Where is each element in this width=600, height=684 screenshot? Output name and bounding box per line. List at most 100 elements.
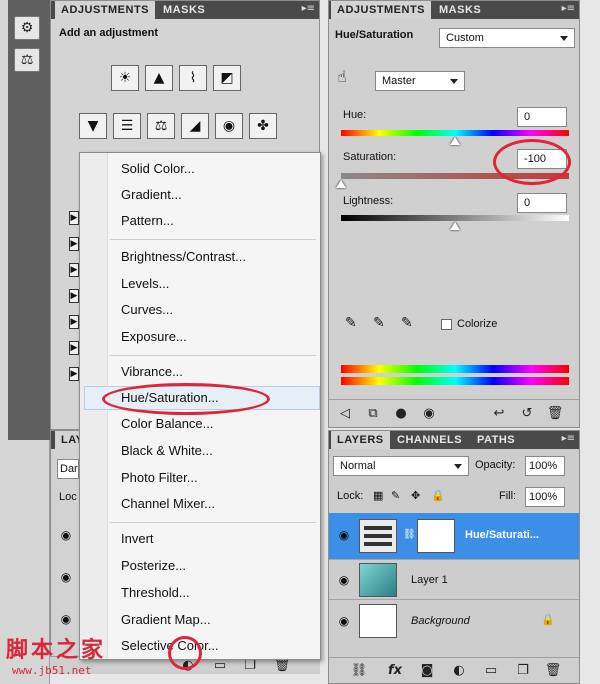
tab-layers[interactable]: LAYERS xyxy=(331,431,390,449)
menu-item-invert[interactable]: Invert xyxy=(121,528,154,550)
menu-item-vibrance[interactable]: Vibrance... xyxy=(121,361,183,383)
saturation-highlight-circle xyxy=(493,139,571,185)
menu-item-solid-color[interactable]: Solid Color... xyxy=(121,158,195,180)
menu-item-black-white[interactable]: Black & White... xyxy=(121,440,213,462)
lock-position-icon[interactable]: ✥ xyxy=(411,489,420,502)
tab-masks[interactable]: MASKS xyxy=(433,1,487,19)
eye-icon[interactable]: ◉ xyxy=(335,613,353,629)
tab-channels[interactable]: CHANNELS xyxy=(391,431,468,449)
channel-select[interactable]: Master xyxy=(375,71,465,91)
hue-slider-thumb[interactable] xyxy=(450,137,460,145)
hand-tool-icon[interactable]: ☝ xyxy=(337,67,347,86)
eyedropper-plus-icon[interactable]: ✎ xyxy=(373,315,385,331)
menu-item-gradient[interactable]: Gradient... xyxy=(121,184,182,206)
tab-masks[interactable]: MASKS xyxy=(157,1,211,19)
hue-input[interactable]: 0 xyxy=(517,107,567,127)
exposure-icon[interactable]: ◩ xyxy=(213,65,241,91)
preset-expand-icon[interactable]: ▶ xyxy=(69,263,79,277)
eye-icon[interactable]: ◉ xyxy=(57,569,75,585)
tools-panel: ⚙ ⚖ xyxy=(0,0,50,684)
eyedropper-icon[interactable]: ✎ xyxy=(345,315,357,331)
photo-filter-icon[interactable]: ◉ xyxy=(215,113,243,139)
new-adjustment-icon[interactable]: ◐ xyxy=(449,662,469,680)
saturation-slider-thumb[interactable] xyxy=(336,180,346,188)
add-adjustment-heading: Add an adjustment xyxy=(59,27,159,39)
layer-row-hue-saturation[interactable]: ◉ ⛓ Hue/Saturati... xyxy=(329,513,579,559)
menu-item-exposure[interactable]: Exposure... xyxy=(121,326,187,348)
new-group-icon[interactable]: ▭ xyxy=(481,662,501,680)
lightness-slider-track[interactable] xyxy=(341,215,569,221)
eye-icon[interactable]: ◉ xyxy=(335,572,353,588)
eye-icon[interactable]: ◉ xyxy=(335,527,353,543)
preset-expand-icon[interactable]: ▶ xyxy=(69,211,79,225)
panel-menu-icon[interactable]: ▸≡ xyxy=(562,433,575,444)
lock-label: Loc xyxy=(59,491,77,503)
hue-slider-track[interactable] xyxy=(341,130,569,136)
menu-item-brightness-contrast[interactable]: Brightness/Contrast... xyxy=(121,246,246,268)
eye-icon[interactable]: ◉ xyxy=(57,611,75,627)
brightness-icon[interactable]: ☀ xyxy=(111,65,139,91)
new-layer-icon[interactable]: ❐ xyxy=(513,662,533,680)
menu-separator xyxy=(110,239,316,240)
levels-icon[interactable]: ▲ xyxy=(145,65,173,91)
menu-item-photo-filter[interactable]: Photo Filter... xyxy=(121,467,198,489)
preset-expand-icon[interactable]: ▶ xyxy=(69,367,79,381)
clip-layer-icon[interactable]: ● xyxy=(391,405,411,423)
trash-icon[interactable]: 🗑 xyxy=(545,405,565,423)
link-layers-icon[interactable]: ⛓ xyxy=(349,662,369,680)
tab-adjustments[interactable]: ADJUSTMENTS xyxy=(331,1,432,19)
expand-view-icon[interactable]: ⧉ xyxy=(363,405,383,423)
black-white-icon[interactable]: ◢ xyxy=(181,113,209,139)
preset-expand-icon[interactable]: ▶ xyxy=(69,341,79,355)
fx-icon[interactable]: fx xyxy=(385,662,405,680)
color-balance-icon[interactable]: ⚖ xyxy=(147,113,175,139)
menu-item-pattern[interactable]: Pattern... xyxy=(121,210,174,232)
link-icon[interactable]: ⛓ xyxy=(403,529,416,540)
blend-mode-select[interactable]: Normal xyxy=(333,456,469,476)
mask-thumbnail[interactable] xyxy=(417,519,455,553)
eyedropper-minus-icon[interactable]: ✎ xyxy=(401,315,413,331)
colorize-checkbox[interactable] xyxy=(441,319,452,330)
menu-item-curves[interactable]: Curves... xyxy=(121,299,173,321)
add-mask-icon[interactable]: ◙ xyxy=(417,662,437,680)
visibility-icon[interactable]: ◉ xyxy=(419,405,439,423)
vibrance-icon[interactable]: ▼ xyxy=(79,113,107,139)
menu-separator xyxy=(110,355,316,356)
layer-row-background[interactable]: ◉ Background 🔒 xyxy=(329,599,579,641)
curves-icon[interactable]: ⌇ xyxy=(179,65,207,91)
lightness-input[interactable]: 0 xyxy=(517,193,567,213)
preset-select[interactable]: Custom xyxy=(439,28,575,48)
tab-adjustments[interactable]: ADJUSTMENTS xyxy=(55,1,156,19)
hue-saturation-icon[interactable]: ☰ xyxy=(113,113,141,139)
opacity-input[interactable]: 100% xyxy=(525,456,565,476)
color-bar-top xyxy=(341,365,569,373)
lightness-slider-thumb[interactable] xyxy=(450,222,460,230)
tool-stamp-icon[interactable]: ⚖ xyxy=(14,48,40,72)
back-arrow-icon[interactable]: ◁ xyxy=(335,405,355,423)
lock-pixels-icon[interactable]: ✎ xyxy=(391,489,400,502)
channel-mixer-icon[interactable]: ✤ xyxy=(249,113,277,139)
preset-expand-icon[interactable]: ▶ xyxy=(69,315,79,329)
fill-input[interactable]: 100% xyxy=(525,487,565,507)
menu-item-threshold[interactable]: Threshold... xyxy=(121,582,190,604)
previous-state-icon[interactable]: ↩ xyxy=(489,405,509,423)
lock-transparency-icon[interactable]: ▦ xyxy=(373,489,383,502)
tool-settings-icon[interactable]: ⚙ xyxy=(14,16,40,40)
tab-paths[interactable]: PATHS xyxy=(471,431,521,449)
menu-item-channel-mixer[interactable]: Channel Mixer... xyxy=(121,493,215,515)
panel-menu-icon[interactable]: ▸≡ xyxy=(562,3,575,14)
blend-mode-select[interactable]: Dar xyxy=(57,459,79,479)
lock-all-icon[interactable]: 🔒 xyxy=(431,489,445,502)
preset-expand-icon[interactable]: ▶ xyxy=(69,237,79,251)
menu-item-gradient-map[interactable]: Gradient Map... xyxy=(121,609,211,631)
menu-item-posterize[interactable]: Posterize... xyxy=(121,555,186,577)
eye-icon[interactable]: ◉ xyxy=(57,527,75,543)
delete-layer-icon[interactable]: 🗑 xyxy=(543,662,563,680)
layer-row-layer1[interactable]: ◉ Layer 1 xyxy=(329,559,579,599)
reset-icon[interactable]: ↺ xyxy=(517,405,537,423)
panel-menu-icon[interactable]: ▸≡ xyxy=(302,3,315,14)
layer-thumbnail xyxy=(359,563,397,597)
preset-expand-icon[interactable]: ▶ xyxy=(69,289,79,303)
menu-item-levels[interactable]: Levels... xyxy=(121,273,169,295)
menu-item-color-balance[interactable]: Color Balance... xyxy=(121,413,214,435)
